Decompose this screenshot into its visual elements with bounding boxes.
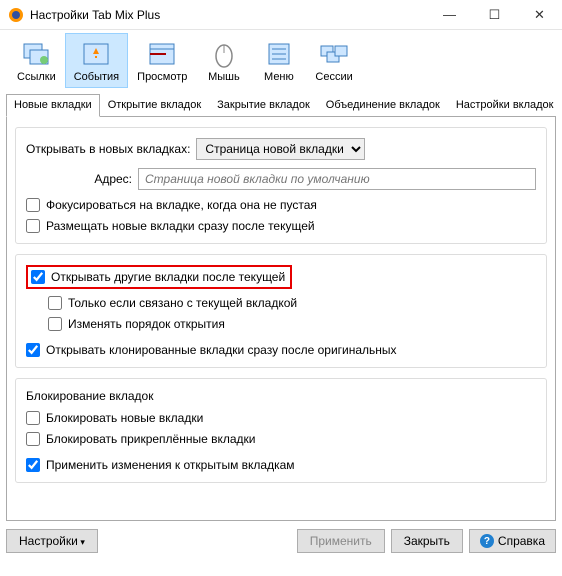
minimize-button[interactable]: — <box>427 0 472 29</box>
titlebar: Настройки Tab Mix Plus — ☐ ✕ <box>0 0 562 30</box>
focus-label: Фокусироваться на вкладке, когда она не … <box>46 198 317 212</box>
help-button[interactable]: ? Справка <box>469 529 556 553</box>
mouse-icon <box>208 38 240 70</box>
tab-open-tabs[interactable]: Открытие вкладок <box>100 94 209 116</box>
toolbar-view-label: Просмотр <box>137 71 187 83</box>
block-pinned-checkbox[interactable] <box>26 432 40 446</box>
tab-tab-settings[interactable]: Настройки вкладок <box>448 94 562 116</box>
open-cloned-checkbox[interactable] <box>26 343 40 357</box>
content-area: Открывать в новых вкладках: Страница нов… <box>6 117 556 521</box>
toolbar-mouse-label: Мышь <box>208 71 240 83</box>
group-other-tabs: Открывать другие вкладки после текущей Т… <box>15 254 547 368</box>
toolbar-sessions-label: Сессии <box>315 71 352 83</box>
close-dialog-button[interactable]: Закрыть <box>391 529 463 553</box>
menu-icon <box>263 38 295 70</box>
group-blocking: Блокирование вкладок Блокировать новые в… <box>15 378 547 483</box>
block-pinned-label: Блокировать прикреплённые вкладки <box>46 432 256 446</box>
events-icon <box>80 38 112 70</box>
block-new-checkbox[interactable] <box>26 411 40 425</box>
toolbar-view[interactable]: Просмотр <box>128 33 196 88</box>
links-icon <box>20 38 52 70</box>
open-cloned-label: Открывать клонированные вкладки сразу по… <box>46 343 397 357</box>
apply-open-label: Применить изменения к открытым вкладкам <box>46 458 295 472</box>
maximize-button[interactable]: ☐ <box>472 0 517 29</box>
only-related-label: Только если связано с текущей вкладкой <box>68 296 297 310</box>
toolbar-links[interactable]: Ссылки <box>8 33 65 88</box>
footer: Настройки Применить Закрыть ? Справка <box>0 521 562 561</box>
address-input[interactable] <box>138 168 536 190</box>
open-other-checkbox[interactable] <box>31 270 45 284</box>
open-in-select[interactable]: Страница новой вкладки <box>196 138 365 160</box>
window-controls: — ☐ ✕ <box>427 0 562 29</box>
toolbar-mouse[interactable]: Мышь <box>196 33 251 88</box>
toolbar-menu[interactable]: Меню <box>251 33 306 88</box>
toolbar-menu-label: Меню <box>264 71 294 83</box>
change-order-label: Изменять порядок открытия <box>68 317 225 331</box>
tab-close-tabs[interactable]: Закрытие вкладок <box>209 94 318 116</box>
tab-bar: Новые вкладки Открытие вкладок Закрытие … <box>6 94 556 117</box>
settings-button[interactable]: Настройки <box>6 529 98 553</box>
toolbar-events[interactable]: События <box>65 33 128 88</box>
app-icon <box>8 7 24 23</box>
tab-new-tabs[interactable]: Новые вкладки <box>6 94 100 117</box>
help-icon: ? <box>480 534 494 548</box>
blocking-heading: Блокирование вкладок <box>26 389 536 403</box>
place-after-label: Размещать новые вкладки сразу после теку… <box>46 219 315 233</box>
highlighted-option: Открывать другие вкладки после текущей <box>26 265 292 289</box>
block-new-label: Блокировать новые вкладки <box>46 411 203 425</box>
address-label: Адрес: <box>26 172 132 186</box>
group-new-tab-open: Открывать в новых вкладках: Страница нов… <box>15 127 547 244</box>
place-after-checkbox[interactable] <box>26 219 40 233</box>
open-other-label: Открывать другие вкладки после текущей <box>51 270 285 284</box>
change-order-checkbox[interactable] <box>48 317 62 331</box>
open-in-label: Открывать в новых вкладках: <box>26 142 190 156</box>
focus-checkbox[interactable] <box>26 198 40 212</box>
only-related-checkbox[interactable] <box>48 296 62 310</box>
toolbar: Ссылки События Просмотр Мышь Меню Сессии <box>0 30 562 88</box>
window-title: Настройки Tab Mix Plus <box>30 8 427 22</box>
close-button[interactable]: ✕ <box>517 0 562 29</box>
apply-button[interactable]: Применить <box>297 529 385 553</box>
toolbar-sessions[interactable]: Сессии <box>306 33 361 88</box>
toolbar-events-label: События <box>74 71 119 83</box>
tab-merge-tabs[interactable]: Объединение вкладок <box>318 94 448 116</box>
sessions-icon <box>318 38 350 70</box>
apply-open-checkbox[interactable] <box>26 458 40 472</box>
help-label: Справка <box>498 534 545 548</box>
toolbar-links-label: Ссылки <box>17 71 56 83</box>
view-icon <box>146 38 178 70</box>
